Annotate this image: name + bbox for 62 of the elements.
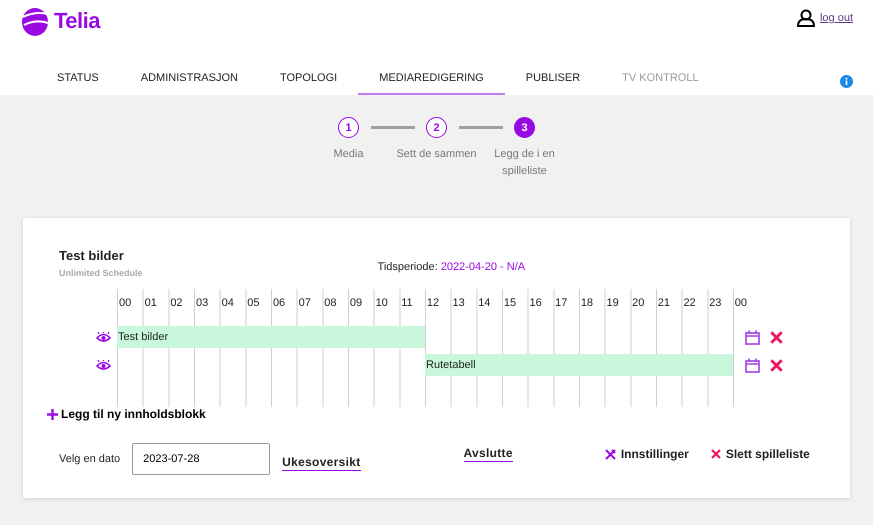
hour-label: 15 bbox=[502, 296, 518, 311]
step-circle: 1 bbox=[338, 117, 359, 138]
user-icon bbox=[796, 9, 816, 27]
hour-label: 22 bbox=[682, 296, 697, 311]
hour-label: 18 bbox=[580, 296, 594, 311]
plus-icon bbox=[47, 408, 58, 420]
close-icon[interactable] bbox=[710, 449, 721, 459]
delete-playlist-button[interactable]: Slett spilleliste bbox=[726, 447, 810, 461]
hour-label: 13 bbox=[452, 296, 466, 311]
nav-tab[interactable]: PUBLISER bbox=[504, 63, 602, 95]
hour-label: 10 bbox=[374, 296, 389, 311]
hour-label: 19 bbox=[605, 296, 620, 311]
week-overview-link[interactable]: Ukesoversikt bbox=[282, 455, 360, 471]
info-icon[interactable] bbox=[840, 74, 853, 88]
hour-label: 09 bbox=[348, 296, 364, 311]
content-block[interactable]: Rutetabell bbox=[425, 354, 734, 376]
hour-label: 02 bbox=[169, 296, 184, 311]
hour-label: 23 bbox=[708, 296, 722, 311]
hour-label: 12 bbox=[426, 296, 440, 311]
finish-link[interactable]: Avslutte bbox=[464, 446, 513, 462]
eye-icon[interactable] bbox=[96, 332, 111, 342]
hour-label: 04 bbox=[220, 296, 235, 311]
nav-tab[interactable]: TOPOLOGI bbox=[258, 63, 358, 95]
hour-label: 08 bbox=[323, 296, 338, 311]
hour-label: 07 bbox=[298, 296, 312, 311]
hour-label: 21 bbox=[656, 296, 672, 311]
step-circle: 3 bbox=[514, 117, 535, 138]
hour-label: 16 bbox=[528, 296, 543, 311]
nav-tab[interactable]: ADMINISTRASJON bbox=[120, 63, 259, 95]
hour-label: 17 bbox=[554, 296, 568, 311]
hour-label: 14 bbox=[477, 296, 492, 311]
delete-icon[interactable] bbox=[770, 358, 783, 372]
logout-link[interactable]: log out bbox=[820, 12, 853, 24]
hour-label: 00 bbox=[734, 296, 748, 311]
hour-label: 11 bbox=[400, 296, 414, 311]
schedule-type: Unlimited Schedule bbox=[59, 268, 143, 278]
brand-name: Telia bbox=[54, 8, 100, 34]
hour-label: 20 bbox=[631, 296, 646, 311]
hour-label: 01 bbox=[144, 296, 158, 311]
nav-tab[interactable]: STATUS bbox=[36, 63, 120, 95]
calendar-icon[interactable] bbox=[745, 330, 760, 344]
nav-tab[interactable]: MEDIAREDIGERING bbox=[358, 63, 505, 95]
hour-label: 00 bbox=[118, 296, 132, 311]
hour-label: 05 bbox=[246, 296, 261, 311]
playlist-title: Test bilder bbox=[59, 248, 125, 263]
tools-icon bbox=[604, 448, 616, 460]
date-label: Velg en dato bbox=[59, 453, 120, 465]
settings-button[interactable]: Innstillinger bbox=[620, 447, 689, 461]
eye-icon[interactable] bbox=[96, 360, 111, 370]
time-period: Tidsperiode: 2022-04-20 - N/A bbox=[378, 261, 526, 275]
hour-label: 03 bbox=[194, 296, 210, 311]
step-label: Media bbox=[332, 147, 364, 162]
add-block-button[interactable]: Legg til ny innholdsblokk bbox=[47, 407, 206, 421]
step-circle: 2 bbox=[426, 117, 447, 138]
date-field[interactable]: 2023-07-28 bbox=[132, 443, 270, 475]
logo-icon bbox=[20, 5, 50, 37]
hour-label: 06 bbox=[272, 296, 286, 311]
content-block[interactable]: Test bilder bbox=[117, 326, 426, 348]
step-label: Legg de i en spilleliste bbox=[493, 147, 556, 179]
delete-icon[interactable] bbox=[770, 330, 783, 344]
calendar-icon[interactable] bbox=[745, 358, 760, 372]
step-label: Sett de sammen bbox=[395, 147, 478, 162]
